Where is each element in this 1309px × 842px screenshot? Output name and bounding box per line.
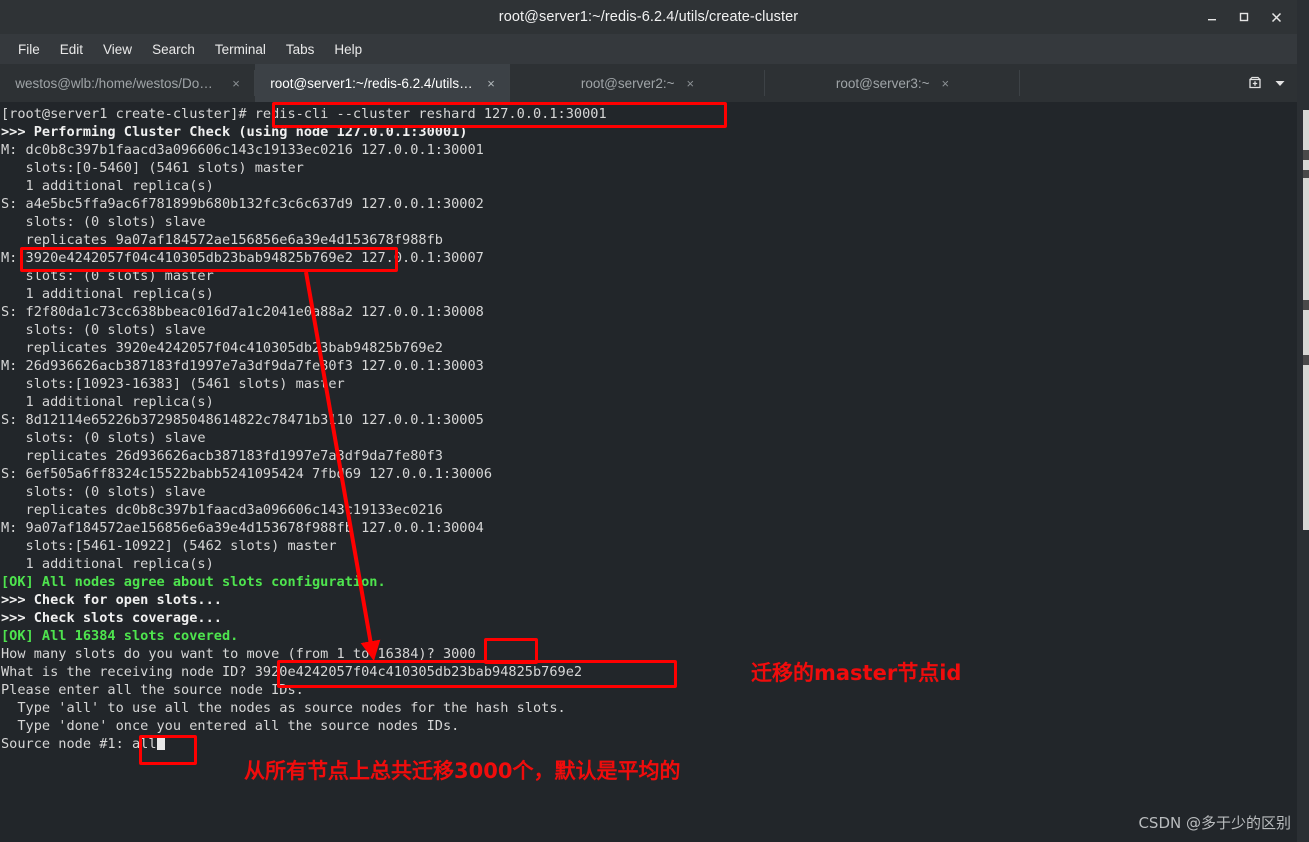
tab-label: westos@wlb:/home/westos/Dow…	[15, 75, 221, 91]
terminal-line: Type 'done' once you entered all the sou…	[1, 718, 460, 734]
maximize-icon[interactable]	[1229, 3, 1259, 31]
tab-close-icon[interactable]: ×	[232, 77, 240, 90]
terminal-line: slots:[5461-10922] (5462 slots) master	[1, 538, 337, 554]
terminal-line: [OK] All nodes agree about slots configu…	[1, 574, 386, 590]
menu-item-view[interactable]: View	[93, 39, 142, 60]
terminal-line: Type 'all' to use all the nodes as sourc…	[1, 700, 566, 716]
terminal-line: M: dc0b8c397b1faacd3a096606c143c19133ec0…	[1, 142, 484, 158]
new-tab-icon[interactable]	[1247, 75, 1263, 91]
terminal-line: S: 6ef505a6ff8324c15522babb5241095424 7f…	[1, 466, 493, 482]
terminal-line: slots: (0 slots) master	[1, 268, 214, 284]
terminal-line-text: Source node #1: all	[1, 736, 157, 752]
minimize-icon[interactable]	[1197, 3, 1227, 31]
terminal-line: slots: (0 slots) slave	[1, 430, 206, 446]
terminal-line: S: a4e5bc5ffa9ac6f781899b680b132fc3c6c63…	[1, 196, 484, 212]
terminal-line: M: 3920e4242057f04c410305db23bab94825b76…	[1, 250, 484, 266]
terminal-line: >>> Check slots coverage...	[1, 610, 222, 626]
menu-item-edit[interactable]: Edit	[50, 39, 93, 60]
terminal-line: replicates 3920e4242057f04c410305db23bab…	[1, 340, 443, 356]
tab-separator	[1019, 70, 1020, 96]
background-window-edge	[1297, 0, 1309, 842]
selection-underline	[298, 102, 528, 105]
terminal-line: 1 additional replica(s)	[1, 394, 214, 410]
tab-label: root@server3:~	[835, 75, 930, 91]
terminal-line: M: 26d936626acb387183fd1997e7a3df9da7fe8…	[1, 358, 484, 374]
tab-close-icon[interactable]: ×	[687, 77, 695, 90]
tab-bar-actions	[1247, 64, 1297, 102]
menu-item-terminal[interactable]: Terminal	[205, 39, 276, 60]
terminal-line: 1 additional replica(s)	[1, 178, 214, 194]
tab-server3[interactable]: root@server3:~ ×	[765, 64, 1020, 102]
background-window-tick-3	[1303, 300, 1309, 310]
terminal-line: replicates 26d936626acb387183fd1997e7a3d…	[1, 448, 443, 464]
window-title: root@server1:~/redis-6.2.4/utils/create-…	[498, 9, 799, 25]
tab-label: root@server1:~/redis-6.2.4/utils/c…	[270, 75, 476, 91]
csdn-watermark: CSDN @多于少的区别	[1138, 814, 1291, 832]
terminal-line: >>> Performing Cluster Check (using node…	[1, 124, 468, 140]
menu-item-tabs[interactable]: Tabs	[276, 39, 325, 60]
terminal-output-area[interactable]: [root@server1 create-cluster]# redis-cli…	[0, 102, 1297, 842]
menu-item-help[interactable]: Help	[324, 39, 372, 60]
terminal-line: What is the receiving node ID? 3920e4242…	[1, 664, 583, 680]
terminal-line: [root@server1 create-cluster]# redis-cli…	[1, 106, 607, 122]
terminal-line: replicates 9a07af184572ae156856e6a39e4d1…	[1, 232, 443, 248]
terminal-line: 1 additional replica(s)	[1, 286, 214, 302]
background-window-tick-2	[1303, 170, 1309, 178]
chevron-down-icon[interactable]	[1273, 76, 1287, 90]
tab-server2[interactable]: root@server2:~ ×	[510, 64, 765, 102]
terminal-line: S: 8d12114e65226b372985048614822c78471b3…	[1, 412, 484, 428]
terminal-line: slots:[10923-16383] (5461 slots) master	[1, 376, 345, 392]
terminal-line: slots:[0-5460] (5461 slots) master	[1, 160, 304, 176]
background-window-tick-1	[1303, 150, 1309, 160]
terminal-window: root@server1:~/redis-6.2.4/utils/create-…	[0, 0, 1309, 842]
terminal-line: M: 9a07af184572ae156856e6a39e4d153678f98…	[1, 520, 484, 536]
terminal-line: 1 additional replica(s)	[1, 556, 214, 572]
terminal-line: slots: (0 slots) slave	[1, 484, 206, 500]
text-cursor	[156, 735, 165, 750]
title-bar: root@server1:~/redis-6.2.4/utils/create-…	[0, 0, 1297, 34]
close-icon[interactable]	[1261, 3, 1291, 31]
terminal-line: [OK] All 16384 slots covered.	[1, 628, 239, 644]
terminal-line: How many slots do you want to move (from…	[1, 646, 476, 662]
tab-server1-create-cluster[interactable]: root@server1:~/redis-6.2.4/utils/c… ×	[255, 64, 510, 102]
tab-label: root@server2:~	[580, 75, 675, 91]
tab-westos-downloads[interactable]: westos@wlb:/home/westos/Dow… ×	[0, 64, 255, 102]
tab-close-icon[interactable]: ×	[487, 77, 495, 90]
terminal-line: slots: (0 slots) slave	[1, 214, 206, 230]
terminal-line: S: f2f80da1c73cc638bbeac016d7a1c2041e0a8…	[1, 304, 484, 320]
terminal-line: Source node #1: all	[1, 735, 607, 753]
terminal-lines: [root@server1 create-cluster]# redis-cli…	[0, 105, 607, 753]
menu-bar: File Edit View Search Terminal Tabs Help	[0, 34, 1297, 64]
menu-item-file[interactable]: File	[8, 39, 50, 60]
background-window-tick-4	[1303, 355, 1309, 365]
window-controls	[1197, 0, 1291, 34]
terminal-line: slots: (0 slots) slave	[1, 322, 206, 338]
menu-item-search[interactable]: Search	[142, 39, 205, 60]
terminal-line: >>> Check for open slots...	[1, 592, 222, 608]
tab-close-icon[interactable]: ×	[942, 77, 950, 90]
terminal-line: replicates dc0b8c397b1faacd3a096606c143c…	[1, 502, 443, 518]
tab-bar: westos@wlb:/home/westos/Dow… × root@serv…	[0, 64, 1297, 102]
terminal-line: Please enter all the source node IDs.	[1, 682, 304, 698]
